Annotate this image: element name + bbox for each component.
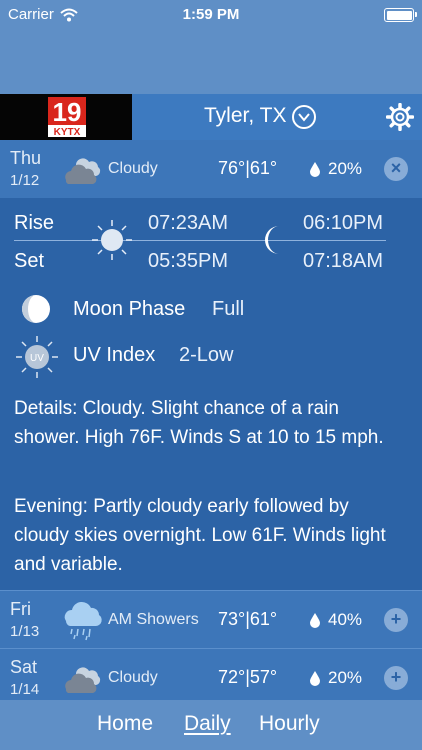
- day-date: 1/13: [10, 623, 40, 640]
- svg-text:KYTX: KYTX: [54, 127, 81, 137]
- day-row[interactable]: Fri 1/13 AM Showers 73°|61° 40% +: [0, 590, 422, 648]
- station-logo: 19 KYTX: [0, 94, 132, 140]
- tab-daily[interactable]: Daily: [184, 712, 231, 736]
- moon-phase-icon: [22, 295, 50, 323]
- condition-label: Cloudy: [108, 160, 158, 177]
- bottom-tab-bar: Home Daily Hourly: [0, 700, 422, 750]
- temperature-range: 76°|61°: [218, 158, 278, 178]
- raindrop-icon: [310, 671, 320, 686]
- raindrop-icon: [310, 613, 320, 628]
- tab-hourly[interactable]: Hourly: [259, 712, 320, 736]
- cloudy-icon: [65, 667, 101, 693]
- day-name: Fri: [10, 599, 31, 619]
- day-row[interactable]: Sat 1/14 Cloudy 72°|57° 20% +: [0, 648, 422, 706]
- uv-index-icon: UV: [16, 336, 58, 378]
- uv-index-value: 2-Low: [179, 344, 234, 366]
- precip-chance: 40%: [328, 610, 363, 629]
- set-label: Set: [14, 250, 45, 272]
- moon-phase-label: Moon Phase: [73, 298, 186, 320]
- rise-set-divider: [14, 240, 386, 241]
- city-name[interactable]: Tyler, TX: [204, 104, 286, 128]
- chevron-down-icon: [298, 113, 310, 122]
- day-date: 1/14: [10, 681, 40, 698]
- uv-icon-text: UV: [30, 353, 44, 364]
- top-spacer: [0, 30, 422, 94]
- rise-label: Rise: [14, 212, 55, 234]
- kytx-logo-icon: 19 KYTX: [48, 97, 86, 137]
- expand-button[interactable]: +: [384, 666, 408, 690]
- raindrop-icon: [310, 162, 320, 177]
- sunset-time: 05:35PM: [148, 250, 229, 272]
- status-time: 1:59 PM: [182, 6, 240, 23]
- precip-chance: 20%: [328, 668, 363, 687]
- day-name: Sat: [10, 657, 38, 677]
- day-row-expanded[interactable]: Thu 1/12 Cloudy 76°|61° 20% ×: [0, 140, 422, 198]
- status-bar: Carrier 1:59 PM: [0, 0, 422, 30]
- moon-icon: [265, 226, 279, 254]
- uv-index-label: UV Index: [73, 344, 156, 366]
- gear-icon[interactable]: [386, 103, 414, 131]
- precip-chance: 20%: [328, 159, 363, 178]
- moonset-time: 07:18AM: [303, 250, 384, 272]
- condition-label: Cloudy: [108, 669, 158, 686]
- day-detail-panel: Rise Set 07:23AM 05:35PM 06:10PM 07:18AM…: [0, 198, 422, 590]
- moon-phase-value: Full: [212, 298, 245, 320]
- sun-icon: [92, 220, 132, 260]
- cloudy-icon: [65, 158, 101, 184]
- details-text: Details: Cloudy. Slight chance of a rain…: [14, 398, 384, 448]
- expand-button[interactable]: +: [384, 608, 408, 632]
- battery-icon: [384, 8, 417, 22]
- collapse-button[interactable]: ×: [384, 157, 408, 181]
- svg-text:19: 19: [53, 97, 82, 127]
- temperature-range: 72°|57°: [218, 667, 278, 687]
- temperature-range: 73°|61°: [218, 609, 278, 629]
- sunrise-time: 07:23AM: [148, 212, 229, 234]
- app-header: 19 KYTX Tyler, TX: [0, 94, 422, 140]
- condition-label: AM Showers: [108, 611, 199, 628]
- day-name: Thu: [10, 148, 42, 168]
- evening-text: Evening: Partly cloudy early followed by…: [14, 496, 386, 575]
- city-dropdown-button[interactable]: [292, 105, 316, 129]
- day-date: 1/12: [10, 172, 40, 189]
- rain-icon: [64, 601, 102, 641]
- tab-home[interactable]: Home: [97, 712, 153, 736]
- moonrise-time: 06:10PM: [303, 212, 384, 234]
